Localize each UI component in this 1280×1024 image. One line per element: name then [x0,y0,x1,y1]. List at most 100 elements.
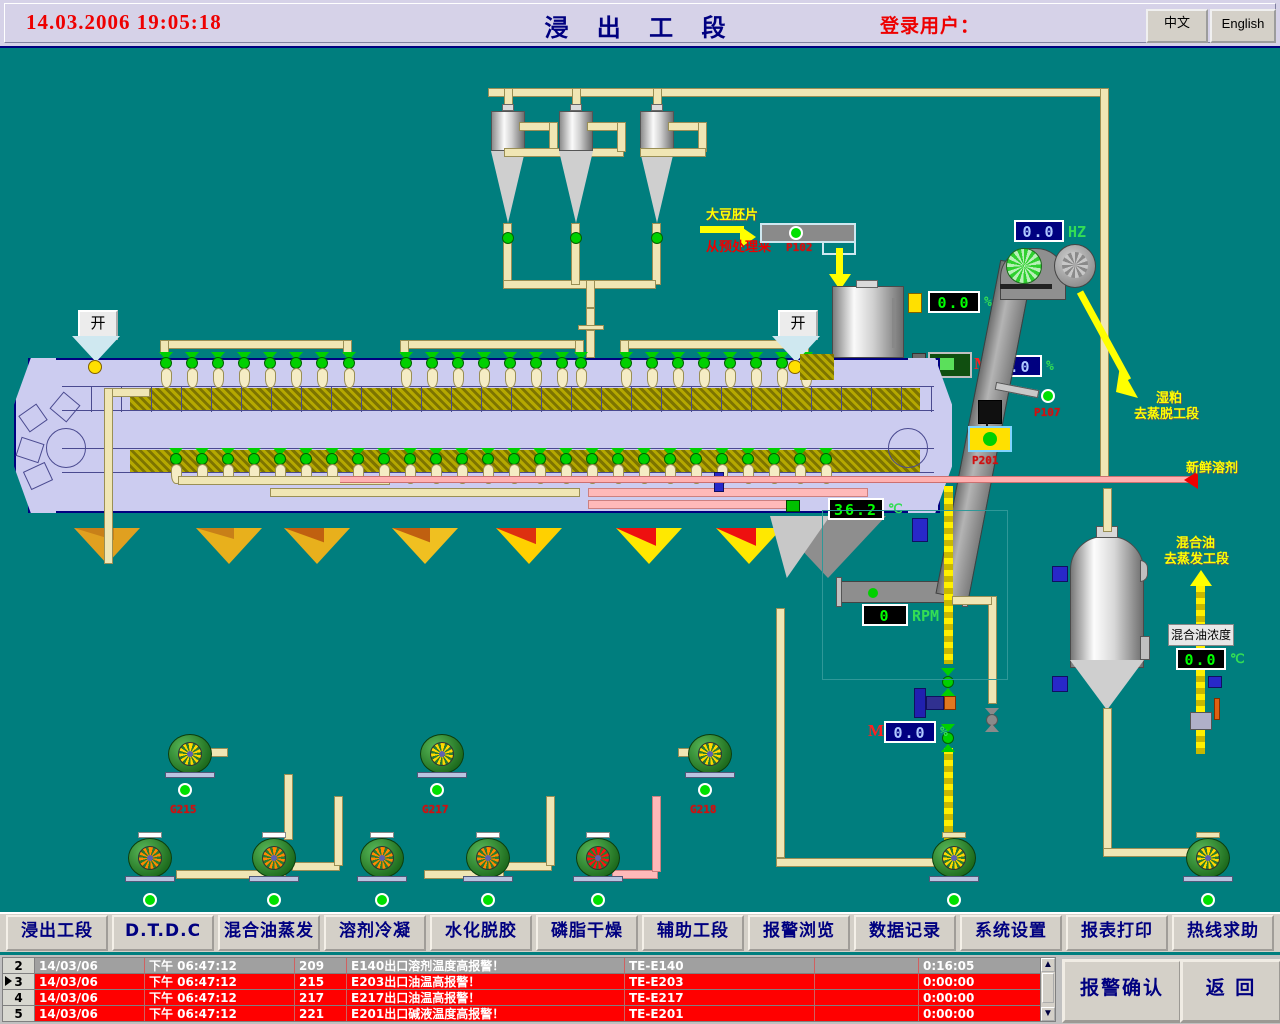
alarm-row[interactable]: 314/03/06下午 06:47:12215E203出口油温高报警！TE-E2… [3,974,1047,990]
temp-sensor-icon[interactable] [786,500,800,512]
valve-cyclone2-lamp[interactable] [570,232,582,244]
cyclone3-cone [640,151,674,223]
level-transmitter-icon[interactable] [908,293,922,313]
mixed-oil-flow-handle[interactable] [1214,698,1220,720]
incline-conveyor-lamp[interactable] [1041,389,1055,403]
nav-button-6[interactable]: 辅助工段 [642,915,744,951]
alarm-message: E140出口溶剂温度高报警！ [347,958,625,973]
scroll-down-icon[interactable]: ▼ [1041,1007,1055,1021]
nav-button-10[interactable]: 报表打印 [1066,915,1168,951]
incline-drive-motor[interactable] [1006,248,1042,284]
nav-button-9[interactable]: 系统设置 [960,915,1062,951]
pump-e10b[interactable] [932,838,976,882]
alarm-tag: TE-E203 [625,974,815,989]
pump-g216[interactable] [128,838,172,882]
alarm-row[interactable]: 214/03/06下午 06:47:12209E140出口溶剂温度高报警！TE-… [3,958,1047,974]
alarm-scrollbar[interactable]: ▲ ▼ [1040,957,1056,1022]
row-selection-cursor-icon [5,976,12,986]
p201-actuator-icon[interactable] [978,400,1002,424]
alarm-code: 221 [295,1006,347,1021]
back-button[interactable]: 返 回 [1180,959,1280,1023]
alarm-date: 14/03/06 [35,958,145,973]
pump-e10b-lamp[interactable] [947,893,961,907]
alarm-blank [815,958,919,973]
control-valve-actuator[interactable] [914,688,926,718]
pump-g212[interactable] [466,838,510,882]
spray-nozzle [576,368,587,388]
collect-header-3-red [588,488,868,497]
fresh-solvent-label: 新鲜溶剂 [1186,461,1238,477]
spray-nozzle [505,368,516,388]
nav-button-5[interactable]: 磷脂干燥 [536,915,638,951]
pipe-cyclone2-down [617,122,626,152]
pump-g214-lamp[interactable] [267,893,281,907]
mixed-oil-flow-device[interactable] [1190,712,1212,730]
pipe-mixed-oil-outlet [1103,708,1112,852]
extractor-sprocket-right [888,428,928,468]
pump-g214[interactable] [252,838,296,882]
alarm-row-index: 2 [3,958,35,973]
nav-button-1[interactable]: D.T.D.C [112,915,214,951]
alarm-row-index: 5 [3,1006,35,1021]
spray-nozzle [531,368,542,388]
pump-g212-lamp[interactable] [481,893,495,907]
feed-conveyor[interactable] [760,223,856,243]
control-valve-body[interactable] [944,696,956,710]
spray-nozzle [673,368,684,388]
language-english-button[interactable]: English [1210,9,1276,43]
pump-g217[interactable] [420,734,464,778]
mixed-oil-conc-sensor-icon[interactable] [1208,676,1222,688]
feed-conveyor-lamp[interactable] [789,226,803,240]
extractor-cells-upper [62,386,934,412]
nav-button-4[interactable]: 水化脱胶 [430,915,532,951]
pump-g213-flange [370,832,394,838]
pump-g215b[interactable] [168,734,212,778]
pump-g215b-lamp[interactable] [178,783,192,797]
pump-g217-lamp[interactable] [430,783,444,797]
cyclone1-neck [502,104,514,111]
alarm-acknowledge-button[interactable]: 报警确认 [1062,959,1182,1023]
valve-cyclone3-lamp[interactable] [651,232,663,244]
extractor-sprocket-left [46,428,86,468]
pump-g218b-lamp[interactable] [698,783,712,797]
nav-button-2[interactable]: 混合油蒸发 [218,915,320,951]
scroll-up-icon[interactable]: ▲ [1041,958,1055,972]
mixed-oil-valve-lower[interactable] [1052,676,1068,692]
nav-button-7[interactable]: 报警浏览 [748,915,850,951]
pump-g213-lamp[interactable] [375,893,389,907]
alarm-row[interactable]: 414/03/06下午 06:47:12217E217出口油温高报警！TE-E2… [3,990,1047,1006]
alarm-row[interactable]: 514/03/06下午 06:47:12221E201出口碱液温度高报警！TE-… [3,1006,1047,1022]
spray-nozzle [647,368,658,388]
alarm-time: 下午 06:47:12 [145,1006,295,1021]
valve-bypass-lower[interactable] [985,724,999,740]
pump-e250b[interactable] [1186,838,1230,882]
nav-button-0[interactable]: 浸出工段 [6,915,108,951]
mixed-oil-valve-upper[interactable] [1052,566,1068,582]
feed-tank-sightglass [892,298,896,348]
pump-g213[interactable] [360,838,404,882]
spray-nozzle [344,368,355,388]
pump-e250b-lamp[interactable] [1201,893,1215,907]
alarm-time: 下午 06:47:12 [145,958,295,973]
spray-nozzle [453,368,464,388]
nav-button-3[interactable]: 溶剂冷凝 [324,915,426,951]
scroll-thumb[interactable] [1042,973,1054,1003]
spray-nozzle [751,368,762,388]
pump-g218b-tag: G218 [690,803,717,816]
pump-g211-lamp[interactable] [591,893,605,907]
title-bar: 14.03.2006 19:05:18 浸 出 工 段 登录用户： 中文 Eng… [0,0,1280,48]
alarm-table[interactable]: 214/03/06下午 06:47:12209E140出口溶剂温度高报警！TE-… [2,957,1048,1022]
wet-meal-label-2: 去蒸脱工段 [1134,407,1199,423]
nav-button-11[interactable]: 热线求助 [1172,915,1274,951]
tank-level-readout: 0.0 [928,291,980,313]
spray-nozzle [265,368,276,388]
valve-solvent-lower2[interactable] [941,744,955,760]
valve-cyclone1-lamp[interactable] [502,232,514,244]
control-valve-yoke [926,696,944,710]
language-chinese-button[interactable]: 中文 [1146,9,1208,43]
mixed-oil-vessel[interactable] [1070,536,1144,668]
pump-g211[interactable] [576,838,620,882]
pump-g216-lamp[interactable] [143,893,157,907]
nav-button-8[interactable]: 数据记录 [854,915,956,951]
pump-g218b[interactable] [688,734,732,778]
